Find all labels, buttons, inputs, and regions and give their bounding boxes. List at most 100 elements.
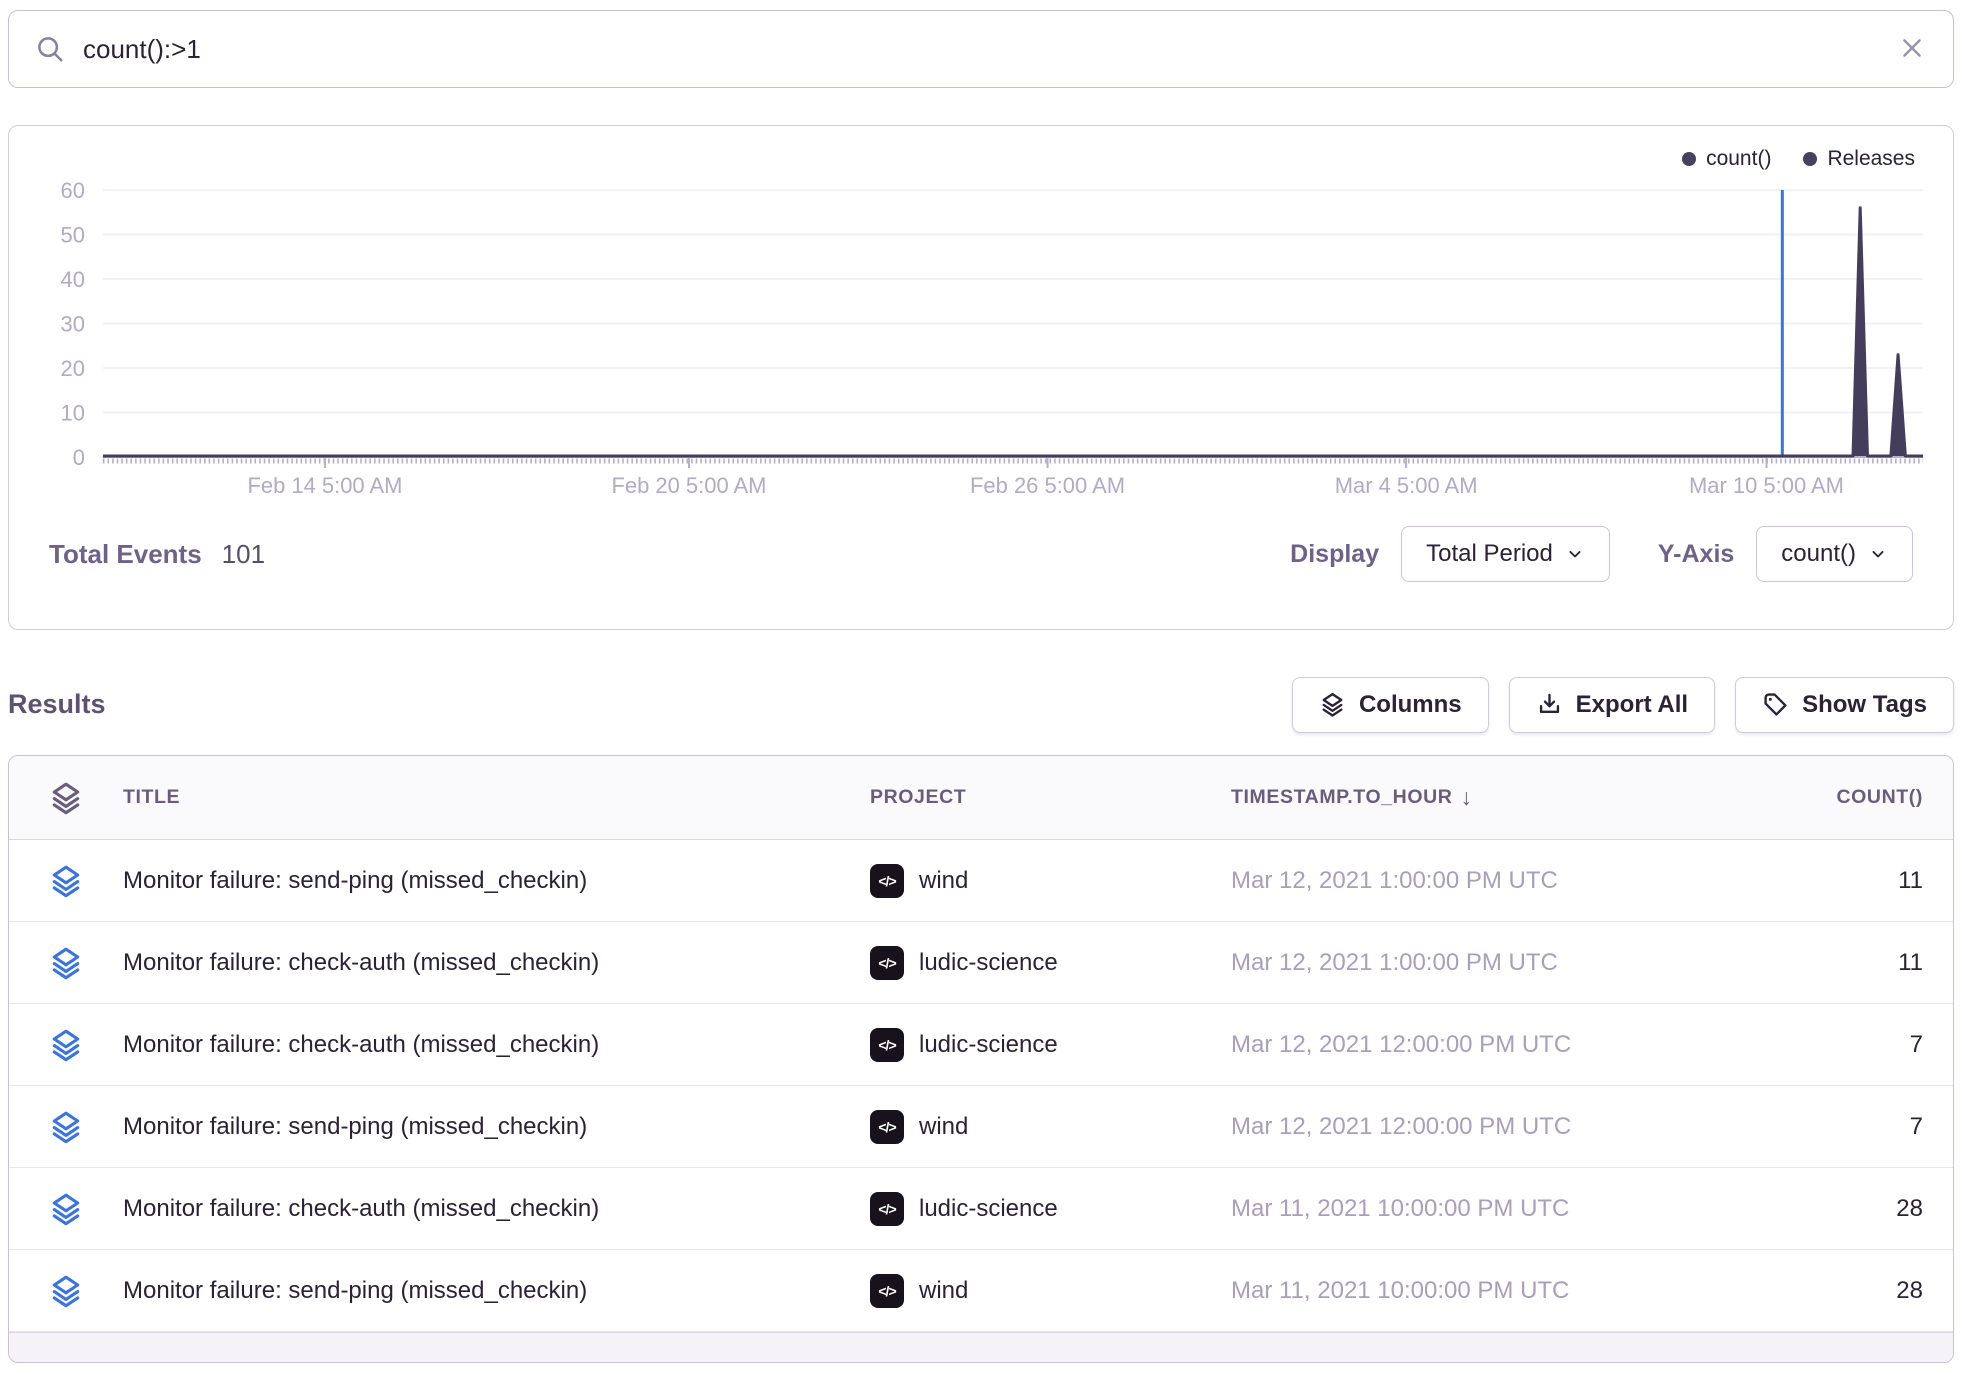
- row-timestamp: Mar 11, 2021 10:00:00 PM UTC: [1231, 1277, 1733, 1305]
- code-badge-icon: </>: [870, 1192, 904, 1226]
- search-bar: [8, 10, 1954, 88]
- column-header-count[interactable]: COUNT(): [1733, 786, 1923, 809]
- row-count: 11: [1733, 949, 1923, 977]
- discover-page: count() Releases 0102030405060Feb 14 5:0…: [0, 0, 1962, 1363]
- stack-icon: [48, 944, 84, 982]
- column-header-timestamp-label: TIMESTAMP.TO_HOUR: [1231, 786, 1452, 809]
- table-header-row: TITLE PROJECT TIMESTAMP.TO_HOUR ↓ COUNT(…: [9, 756, 1953, 840]
- table-row: Monitor failure: send-ping (missed_check…: [9, 840, 1953, 922]
- y-tick-label: 20: [60, 356, 84, 381]
- results-heading: Results: [8, 689, 106, 720]
- row-timestamp: Mar 12, 2021 12:00:00 PM UTC: [1231, 1113, 1733, 1141]
- columns-icon: [1319, 691, 1346, 718]
- table-footer: [9, 1332, 1953, 1362]
- row-project: </> ludic-science: [870, 1028, 1231, 1062]
- clear-search-button[interactable]: [1895, 32, 1929, 66]
- chevron-down-icon: [1868, 544, 1888, 564]
- display-label: Display: [1290, 540, 1379, 569]
- export-all-button[interactable]: Export All: [1509, 677, 1715, 733]
- download-icon: [1536, 691, 1563, 718]
- y-tick-label: 60: [60, 178, 84, 203]
- y-tick-label: 10: [60, 400, 84, 425]
- results-table: TITLE PROJECT TIMESTAMP.TO_HOUR ↓ COUNT(…: [8, 755, 1954, 1363]
- events-chart: 0102030405060Feb 14 5:00 AMFeb 20 5:00 A…: [9, 174, 1953, 504]
- row-project: </> ludic-science: [870, 1192, 1231, 1226]
- y-axis-dropdown[interactable]: count(): [1756, 526, 1913, 582]
- row-project: </> wind: [870, 864, 1231, 898]
- search-input[interactable]: [83, 34, 1895, 65]
- show-tags-button-label: Show Tags: [1802, 691, 1927, 719]
- row-icon-cell: [9, 1026, 123, 1064]
- row-title[interactable]: Monitor failure: check-auth (missed_chec…: [123, 1031, 870, 1059]
- total-events-label: Total Events: [49, 539, 202, 570]
- row-project: </> wind: [870, 1274, 1231, 1308]
- y-tick-label: 50: [60, 222, 84, 247]
- row-count: 28: [1733, 1277, 1923, 1305]
- table-row: Monitor failure: send-ping (missed_check…: [9, 1086, 1953, 1168]
- events-chart-panel: count() Releases 0102030405060Feb 14 5:0…: [8, 125, 1954, 630]
- row-icon-cell: [9, 862, 123, 900]
- row-timestamp: Mar 11, 2021 10:00:00 PM UTC: [1231, 1195, 1733, 1223]
- table-row: Monitor failure: send-ping (missed_check…: [9, 1250, 1953, 1332]
- code-badge-icon: </>: [870, 864, 904, 898]
- y-tick-label: 30: [60, 311, 84, 336]
- chart-controls: Display Total Period Y-Axis count(): [1290, 526, 1913, 582]
- x-tick-label: Feb 26 5:00 AM: [970, 473, 1125, 498]
- row-project-name: wind: [919, 1113, 968, 1141]
- row-title[interactable]: Monitor failure: check-auth (missed_chec…: [123, 1195, 870, 1223]
- y-axis-dropdown-value: count(): [1781, 540, 1856, 568]
- table-row: Monitor failure: check-auth (missed_chec…: [9, 1168, 1953, 1250]
- column-header-title[interactable]: TITLE: [123, 786, 870, 809]
- row-title[interactable]: Monitor failure: send-ping (missed_check…: [123, 867, 870, 895]
- column-header-timestamp[interactable]: TIMESTAMP.TO_HOUR ↓: [1231, 784, 1733, 811]
- legend-item-count[interactable]: count(): [1682, 147, 1771, 171]
- y-tick-label: 0: [73, 445, 85, 470]
- display-dropdown[interactable]: Total Period: [1401, 526, 1610, 582]
- row-count: 7: [1733, 1113, 1923, 1141]
- columns-button-label: Columns: [1359, 691, 1462, 719]
- tag-icon: [1762, 691, 1789, 718]
- stack-icon: [48, 862, 84, 900]
- stack-icon: [48, 1108, 84, 1146]
- code-badge-icon: </>: [870, 1028, 904, 1062]
- row-icon-cell: [9, 1272, 123, 1310]
- count-legend-dot-icon: [1682, 152, 1696, 166]
- row-icon-cell: [9, 1108, 123, 1146]
- code-badge-icon: </>: [870, 946, 904, 980]
- row-count: 28: [1733, 1195, 1923, 1223]
- legend-label: Releases: [1827, 147, 1915, 171]
- row-project-name: ludic-science: [919, 949, 1058, 977]
- show-tags-button[interactable]: Show Tags: [1735, 677, 1954, 733]
- chart-footer: Total Events 101 Display Total Period Y-…: [9, 504, 1953, 582]
- columns-button[interactable]: Columns: [1292, 677, 1489, 733]
- header-icon-cell: [9, 779, 123, 817]
- row-title[interactable]: Monitor failure: send-ping (missed_check…: [123, 1277, 870, 1305]
- x-tick-label: Mar 4 5:00 AM: [1335, 473, 1478, 498]
- code-badge-icon: </>: [870, 1274, 904, 1308]
- row-title[interactable]: Monitor failure: check-auth (missed_chec…: [123, 949, 870, 977]
- x-tick-label: Mar 10 5:00 AM: [1689, 473, 1844, 498]
- total-events: Total Events 101: [49, 539, 265, 570]
- search-icon: [35, 34, 65, 64]
- row-title[interactable]: Monitor failure: send-ping (missed_check…: [123, 1113, 870, 1141]
- row-project-name: wind: [919, 867, 968, 895]
- table-row: Monitor failure: check-auth (missed_chec…: [9, 1004, 1953, 1086]
- row-icon-cell: [9, 1190, 123, 1228]
- results-table-body: Monitor failure: send-ping (missed_check…: [9, 840, 1953, 1332]
- row-icon-cell: [9, 944, 123, 982]
- chart-legend: count() Releases: [9, 126, 1953, 172]
- total-events-value: 101: [222, 539, 265, 570]
- display-dropdown-value: Total Period: [1426, 540, 1553, 568]
- legend-item-releases[interactable]: Releases: [1803, 147, 1915, 171]
- row-timestamp: Mar 12, 2021 1:00:00 PM UTC: [1231, 867, 1733, 895]
- table-row: Monitor failure: check-auth (missed_chec…: [9, 922, 1953, 1004]
- code-badge-icon: </>: [870, 1110, 904, 1144]
- row-timestamp: Mar 12, 2021 1:00:00 PM UTC: [1231, 949, 1733, 977]
- results-actions: Columns Export All Show Tags: [1292, 677, 1954, 733]
- chevron-down-icon: [1565, 544, 1585, 564]
- row-project-name: ludic-science: [919, 1195, 1058, 1223]
- x-tick-label: Feb 20 5:00 AM: [611, 473, 766, 498]
- row-count: 11: [1733, 867, 1923, 895]
- column-header-project[interactable]: PROJECT: [870, 786, 1231, 809]
- stack-icon: [48, 779, 84, 817]
